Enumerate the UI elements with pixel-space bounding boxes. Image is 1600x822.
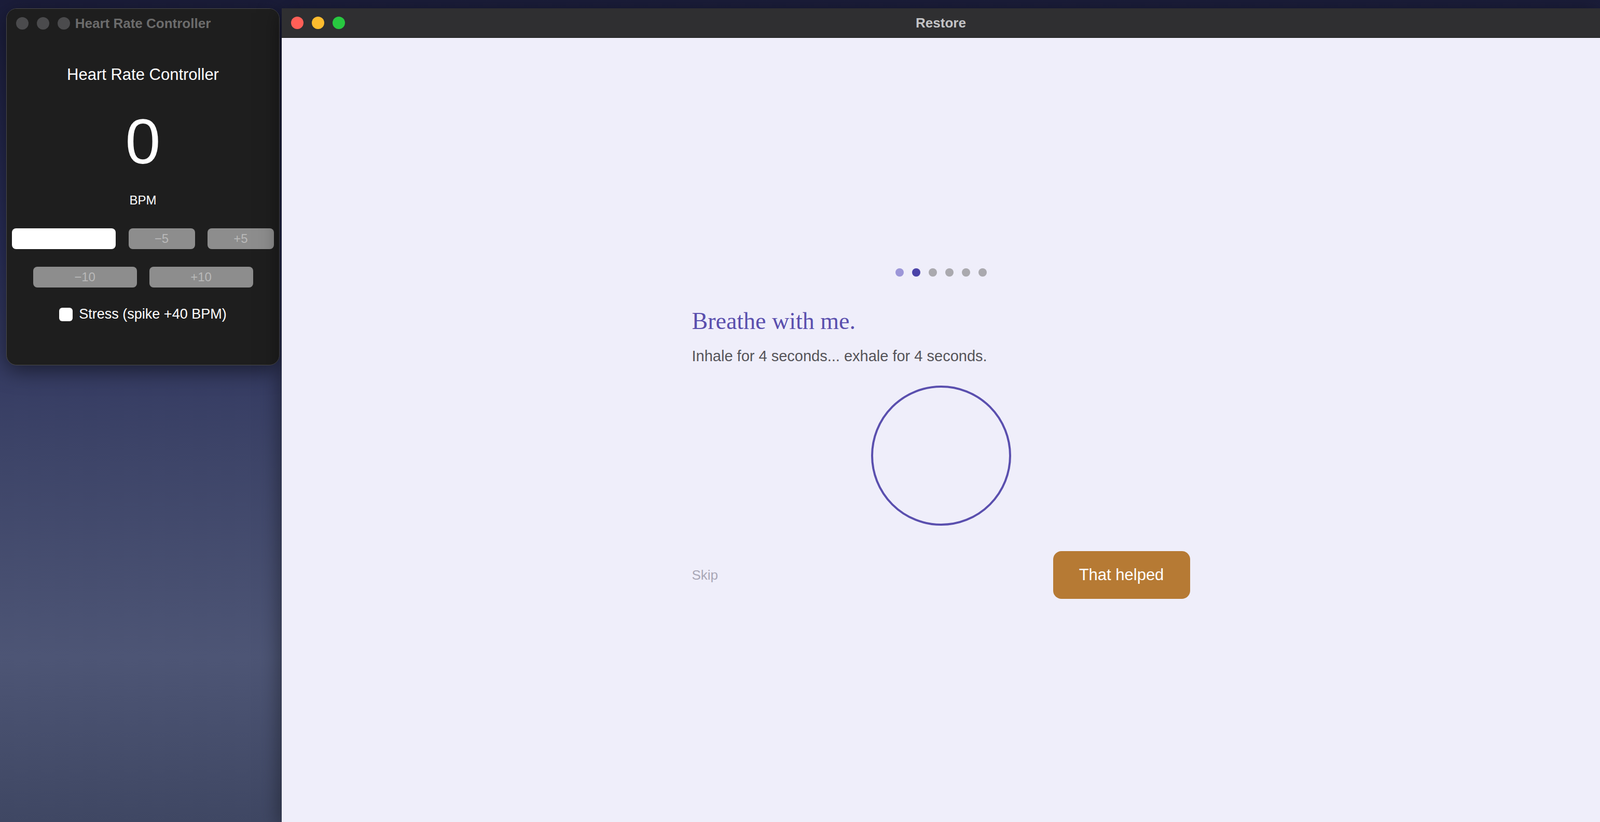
close-button[interactable] <box>291 16 304 30</box>
minimize-button[interactable] <box>36 17 50 30</box>
bpm-input[interactable] <box>11 228 116 250</box>
heart-rate-window: Heart Rate Controller Heart Rate Control… <box>6 8 280 366</box>
adjust-button[interactable]: +10 <box>149 266 254 288</box>
button-row: −10 +10 <box>11 266 274 288</box>
bpm-unit: BPM <box>129 192 157 208</box>
breathing-step: Breathe with me. Inhale for 4 seconds...… <box>692 268 1191 822</box>
adjust-button[interactable]: −5 <box>128 228 196 250</box>
step-dot <box>945 268 954 277</box>
step-dot <box>978 268 987 277</box>
controller-body: Heart Rate Controller 0 BPM −5+5 −10+10 … <box>6 37 280 323</box>
window-controls <box>291 16 346 30</box>
skip-button[interactable]: Skip <box>692 567 719 584</box>
bpm-value: 0 <box>125 109 161 174</box>
button-row: −5 +5 <box>11 228 274 250</box>
zoom-button[interactable] <box>332 16 346 30</box>
minimize-button[interactable] <box>311 16 325 30</box>
step-indicator <box>692 268 1191 277</box>
step-instructions: Inhale for 4 seconds... exhale for 4 sec… <box>692 346 1191 366</box>
stress-checkbox-row[interactable]: Stress (spike +40 BPM) <box>59 306 227 323</box>
stress-checkbox[interactable] <box>59 307 73 322</box>
window-controls <box>16 17 71 30</box>
step-dot <box>895 268 904 277</box>
restore-content: Breathe with me. Inhale for 4 seconds...… <box>281 37 1600 822</box>
adjust-button[interactable]: −10 <box>33 266 137 288</box>
window-title: Restore <box>915 15 967 32</box>
desktop: Heart Rate Controller Heart Rate Control… <box>0 0 1600 822</box>
restore-window: Restore Breathe with me. Inhale for 4 se… <box>281 8 1600 822</box>
title-bar: Restore <box>281 8 1600 38</box>
zoom-button[interactable] <box>57 17 71 30</box>
close-button[interactable] <box>16 17 29 30</box>
stress-label: Stress (spike +40 BPM) <box>78 306 227 323</box>
actions-row: Skip That helped <box>692 550 1191 599</box>
controller-heading: Heart Rate Controller <box>66 64 219 85</box>
step-dot <box>928 268 937 277</box>
window-title: Heart Rate Controller <box>75 15 212 32</box>
step-dot <box>912 268 921 277</box>
that-helped-button[interactable]: That helped <box>1053 550 1191 599</box>
step-dot <box>961 268 971 277</box>
title-bar: Heart Rate Controller <box>6 8 280 38</box>
step-heading: Breathe with me. <box>692 306 1191 336</box>
breathing-area <box>692 384 1191 527</box>
breathing-circle-icon <box>870 384 1012 527</box>
adjust-button[interactable]: +5 <box>207 228 274 250</box>
